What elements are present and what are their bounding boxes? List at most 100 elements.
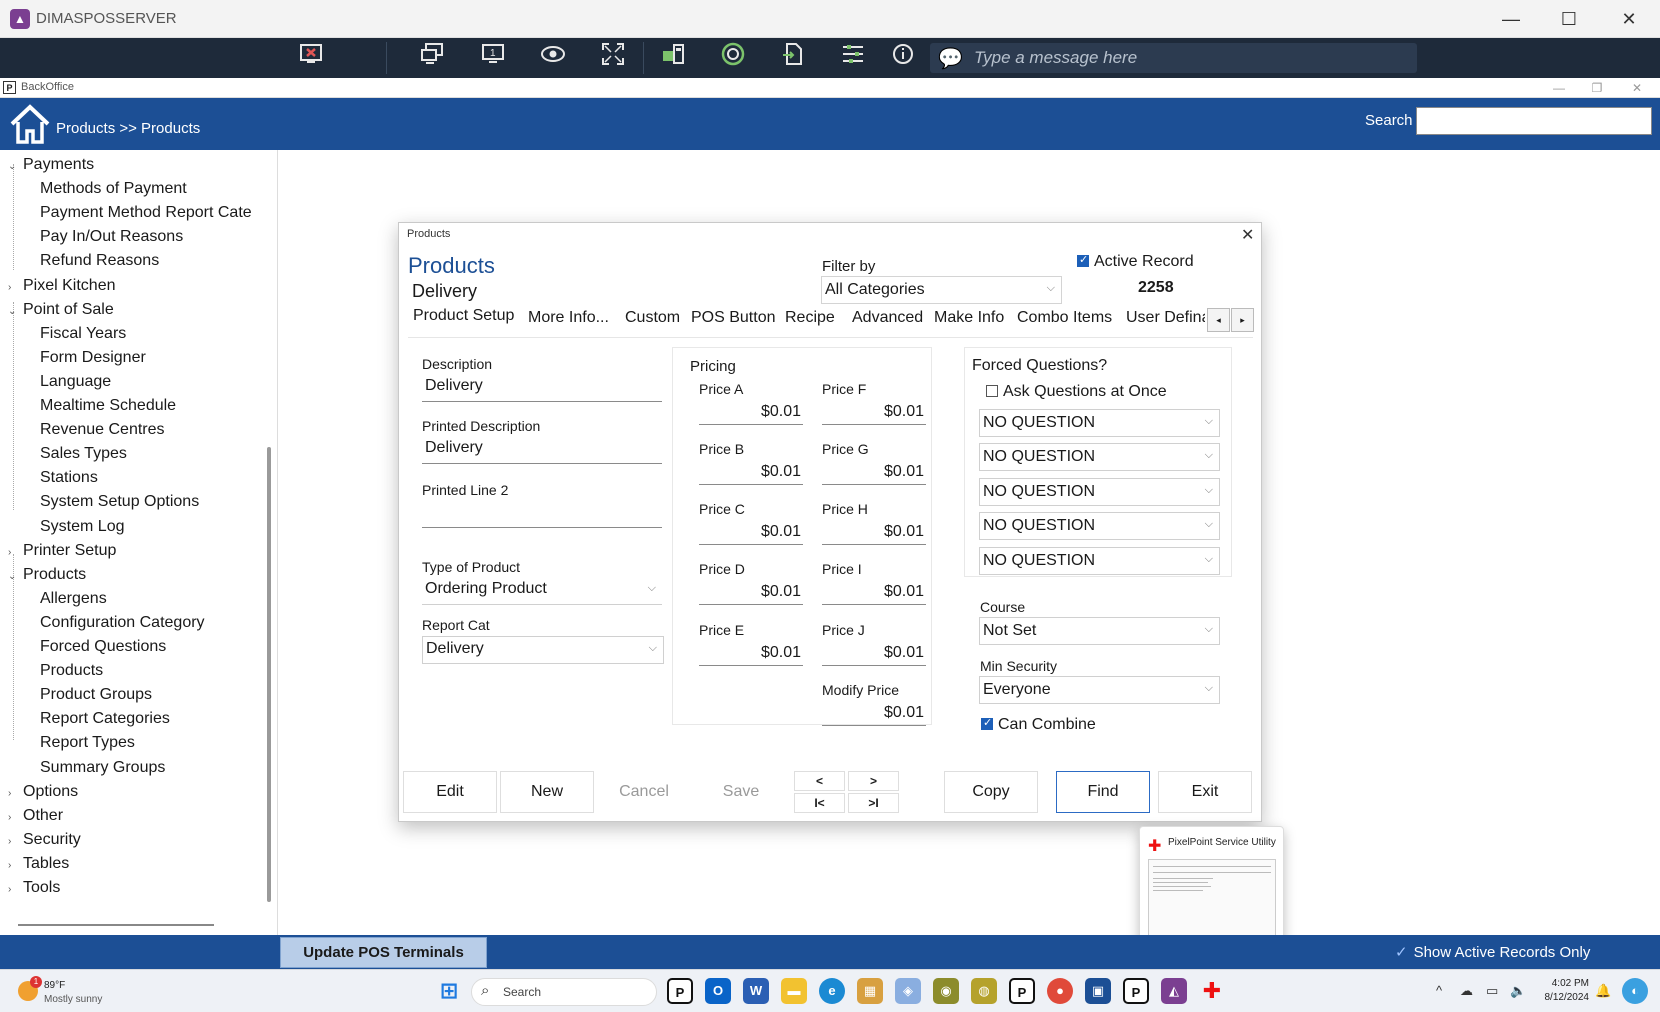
tree-scrollbar[interactable] [267, 447, 271, 902]
tab-user-defined[interactable]: User Defina [1126, 309, 1205, 327]
tree-horizontal-scrollbar[interactable] [18, 924, 214, 926]
report-cat-select[interactable]: Delivery ⌵ [422, 636, 664, 664]
chevron-up-icon[interactable]: ^ [1436, 983, 1442, 998]
printed-description-input[interactable]: Delivery [422, 436, 662, 464]
taskbar-search[interactable]: ⌕ Search [471, 978, 657, 1006]
tree-group[interactable]: Pixel Kitchen [23, 277, 116, 295]
price-f-input[interactable]: $0.01 [822, 399, 926, 425]
forced-question-select-5[interactable]: NO QUESTION ⌵ [979, 547, 1220, 575]
printed-line2-input[interactable] [422, 500, 662, 528]
network-icon[interactable]: ▭ [1486, 983, 1498, 999]
tree-group[interactable]: Other [23, 807, 63, 825]
active-record-checkbox[interactable]: Active Record [1077, 253, 1194, 271]
cloud-icon[interactable]: ☁ [1460, 983, 1473, 999]
tree-group[interactable]: Products [23, 566, 86, 584]
tree-item[interactable]: Summary Groups [40, 759, 165, 777]
outlook-icon[interactable]: O [705, 978, 731, 1004]
forced-question-select-1[interactable]: NO QUESTION ⌵ [979, 409, 1220, 437]
first-record-button[interactable]: I< [794, 793, 845, 813]
tree-item[interactable]: Form Designer [40, 349, 146, 367]
tree-item[interactable]: Report Categories [40, 710, 170, 728]
app-icon[interactable]: ◉ [933, 978, 959, 1004]
exit-button[interactable]: Exit [1158, 771, 1252, 813]
tree-item[interactable]: Product Groups [40, 686, 152, 704]
tab-combo-items[interactable]: Combo Items [1017, 309, 1112, 327]
app-icon[interactable]: ▣ [1085, 978, 1111, 1004]
copilot-icon[interactable]: ◐ [1622, 978, 1648, 1004]
update-pos-terminals-button[interactable]: Update POS Terminals [280, 937, 487, 968]
filter-category-select[interactable]: All Categories ⌵ [821, 276, 1062, 304]
tree-item[interactable]: Sales Types [40, 445, 127, 463]
price-e-input[interactable]: $0.01 [699, 640, 803, 666]
tree-item[interactable]: Methods of Payment [40, 180, 187, 198]
send-file-icon[interactable] [776, 42, 810, 74]
forced-question-select-3[interactable]: NO QUESTION ⌵ [979, 478, 1220, 506]
tab-scroll-right-icon[interactable]: ▸ [1231, 308, 1254, 332]
forced-question-select-4[interactable]: NO QUESTION ⌵ [979, 512, 1220, 540]
price-a-input[interactable]: $0.01 [699, 399, 803, 425]
price-d-input[interactable]: $0.01 [699, 579, 803, 605]
tree-item[interactable]: Forced Questions [40, 638, 166, 656]
tree-item[interactable]: System Setup Options [40, 493, 199, 511]
chevron-down-icon[interactable]: ⌄ [8, 571, 16, 582]
tab-make-info[interactable]: Make Info [934, 309, 1004, 327]
volume-icon[interactable]: 🔈 [1510, 983, 1526, 999]
price-h-input[interactable]: $0.01 [822, 519, 926, 545]
tree-item[interactable]: Allergens [40, 590, 107, 608]
price-c-input[interactable]: $0.01 [699, 519, 803, 545]
type-of-product-select[interactable]: Ordering Product ⌵ [422, 577, 662, 605]
bo-close-button[interactable]: ✕ [1622, 79, 1652, 97]
notification-bell-icon[interactable]: 🔔 [1595, 983, 1611, 999]
price-j-input[interactable]: $0.01 [822, 640, 926, 666]
tree-group[interactable]: Security [23, 831, 81, 849]
app-icon[interactable]: ◍ [971, 978, 997, 1004]
fullscreen-icon[interactable] [596, 42, 630, 74]
tree-item[interactable]: Report Types [40, 734, 135, 752]
tree-item[interactable]: Refund Reasons [40, 252, 159, 270]
file-transfer-icon[interactable] [656, 42, 690, 74]
view-eye-icon[interactable] [536, 42, 570, 74]
chat-message-box[interactable]: 💬 [930, 43, 1417, 73]
new-button[interactable]: New [500, 771, 594, 813]
price-g-input[interactable]: $0.01 [822, 459, 926, 485]
minimize-button[interactable]: — [1488, 6, 1534, 32]
close-button[interactable]: ✕ [1606, 6, 1652, 32]
next-record-button[interactable]: > [848, 771, 899, 791]
copy-button[interactable]: Copy [944, 771, 1038, 813]
remote-desktop-app-icon[interactable]: ◭ [1161, 978, 1187, 1004]
chevron-right-icon[interactable]: › [8, 884, 11, 895]
course-select[interactable]: Not Set ⌵ [979, 617, 1220, 645]
file-explorer-icon[interactable]: ▬ [781, 978, 807, 1004]
record-icon[interactable] [716, 42, 750, 74]
edit-button[interactable]: Edit [403, 771, 497, 813]
description-input[interactable]: Delivery [422, 374, 662, 402]
windows-start-icon[interactable]: ⊞ [436, 978, 462, 1004]
dialog-close-icon[interactable]: ✕ [1241, 225, 1254, 245]
tree-item[interactable]: Fiscal Years [40, 325, 126, 343]
chevron-right-icon[interactable]: › [8, 812, 11, 823]
info-icon[interactable] [886, 42, 920, 74]
tab-scroll-left-icon[interactable]: ◂ [1207, 308, 1230, 332]
ask-at-once-checkbox[interactable]: Ask Questions at Once [986, 383, 1167, 401]
chevron-right-icon[interactable]: › [8, 547, 11, 558]
search-input[interactable] [1416, 107, 1652, 135]
previous-record-button[interactable]: < [794, 771, 845, 791]
app-icon[interactable]: ▦ [857, 978, 883, 1004]
monitor-one-icon[interactable]: 1 [476, 42, 510, 74]
red-cross-icon[interactable]: ✚ [1199, 978, 1225, 1004]
forced-question-select-2[interactable]: NO QUESTION ⌵ [979, 443, 1220, 471]
disconnect-icon[interactable] [294, 42, 328, 74]
chevron-right-icon[interactable]: › [8, 282, 11, 293]
tree-item[interactable]: Revenue Centres [40, 421, 165, 439]
settings-sliders-icon[interactable] [836, 42, 870, 74]
edge-icon[interactable]: e [819, 978, 845, 1004]
tab-product-setup[interactable]: Product Setup [413, 307, 515, 325]
tab-pos-button[interactable]: POS Button [691, 309, 776, 327]
find-button[interactable]: Find [1056, 771, 1150, 813]
tree-group[interactable]: Tables [23, 855, 69, 873]
modify-price-input[interactable]: $0.01 [822, 700, 926, 726]
home-icon[interactable] [8, 102, 52, 146]
chevron-right-icon[interactable]: › [8, 836, 11, 847]
tab-advanced[interactable]: Advanced [852, 309, 923, 327]
price-b-input[interactable]: $0.01 [699, 459, 803, 485]
